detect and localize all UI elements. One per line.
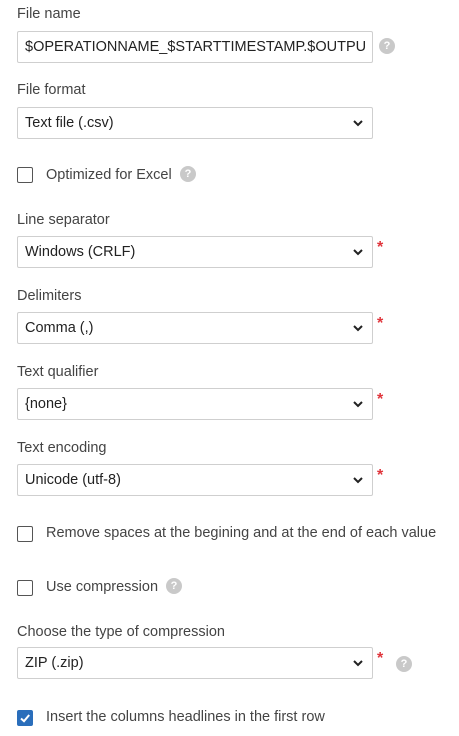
- question-circle-icon[interactable]: ?: [166, 578, 182, 594]
- required-asterisk: *: [377, 467, 384, 484]
- insert-headlines-checkbox[interactable]: [17, 710, 33, 726]
- text-encoding-label: Text encoding: [17, 440, 107, 456]
- delimiters-label: Delimiters: [17, 288, 82, 304]
- remove-spaces-checkbox[interactable]: [17, 526, 33, 542]
- required-asterisk: *: [377, 650, 384, 667]
- chevron-down-icon: [353, 477, 363, 484]
- line-separator-selected: Windows (CRLF): [25, 244, 136, 260]
- required-asterisk: *: [377, 315, 384, 332]
- question-circle-icon[interactable]: ?: [379, 38, 395, 54]
- delimiters-selected: Comma (,): [25, 320, 94, 336]
- text-qualifier-select[interactable]: {none}: [17, 388, 373, 420]
- file-name-value: $OPERATIONNAME_$STARTTIMESTAMP.$OUTPUT: [25, 39, 365, 55]
- text-qualifier-selected: {none}: [25, 396, 67, 412]
- compression-type-label: Choose the type of compression: [17, 624, 225, 640]
- file-format-selected: Text file (.csv): [25, 115, 114, 131]
- line-separator-select[interactable]: Windows (CRLF): [17, 236, 373, 268]
- compression-type-select[interactable]: ZIP (.zip): [17, 647, 373, 679]
- text-qualifier-label: Text qualifier: [17, 364, 99, 380]
- required-asterisk: *: [377, 239, 384, 256]
- question-circle-icon[interactable]: ?: [396, 656, 412, 672]
- line-separator-label: Line separator: [17, 212, 110, 228]
- text-encoding-selected: Unicode (utf-8): [25, 472, 121, 488]
- chevron-down-icon: [353, 401, 363, 408]
- chevron-down-icon: [353, 325, 363, 332]
- file-name-label: File name: [17, 6, 81, 22]
- required-asterisk: *: [377, 391, 384, 408]
- optimized-for-excel-checkbox[interactable]: [17, 167, 33, 183]
- compression-type-selected: ZIP (.zip): [25, 655, 84, 671]
- use-compression-checkbox[interactable]: [17, 580, 33, 596]
- insert-headlines-label: Insert the columns headlines in the firs…: [46, 709, 325, 725]
- chevron-down-icon: [353, 120, 363, 127]
- question-circle-icon[interactable]: ?: [180, 166, 196, 182]
- remove-spaces-label: Remove spaces at the begining and at the…: [46, 525, 437, 541]
- file-format-select[interactable]: Text file (.csv): [17, 107, 373, 139]
- use-compression-label: Use compression: [46, 579, 159, 595]
- text-encoding-select[interactable]: Unicode (utf-8): [17, 464, 373, 496]
- file-format-label: File format: [17, 82, 86, 98]
- chevron-down-icon: [353, 249, 363, 256]
- checkmark-icon: [20, 714, 30, 723]
- delimiters-select[interactable]: Comma (,): [17, 312, 373, 344]
- chevron-down-icon: [353, 660, 363, 667]
- file-name-input[interactable]: $OPERATIONNAME_$STARTTIMESTAMP.$OUTPUT: [17, 31, 373, 63]
- optimized-for-excel-label: Optimized for Excel: [46, 167, 172, 183]
